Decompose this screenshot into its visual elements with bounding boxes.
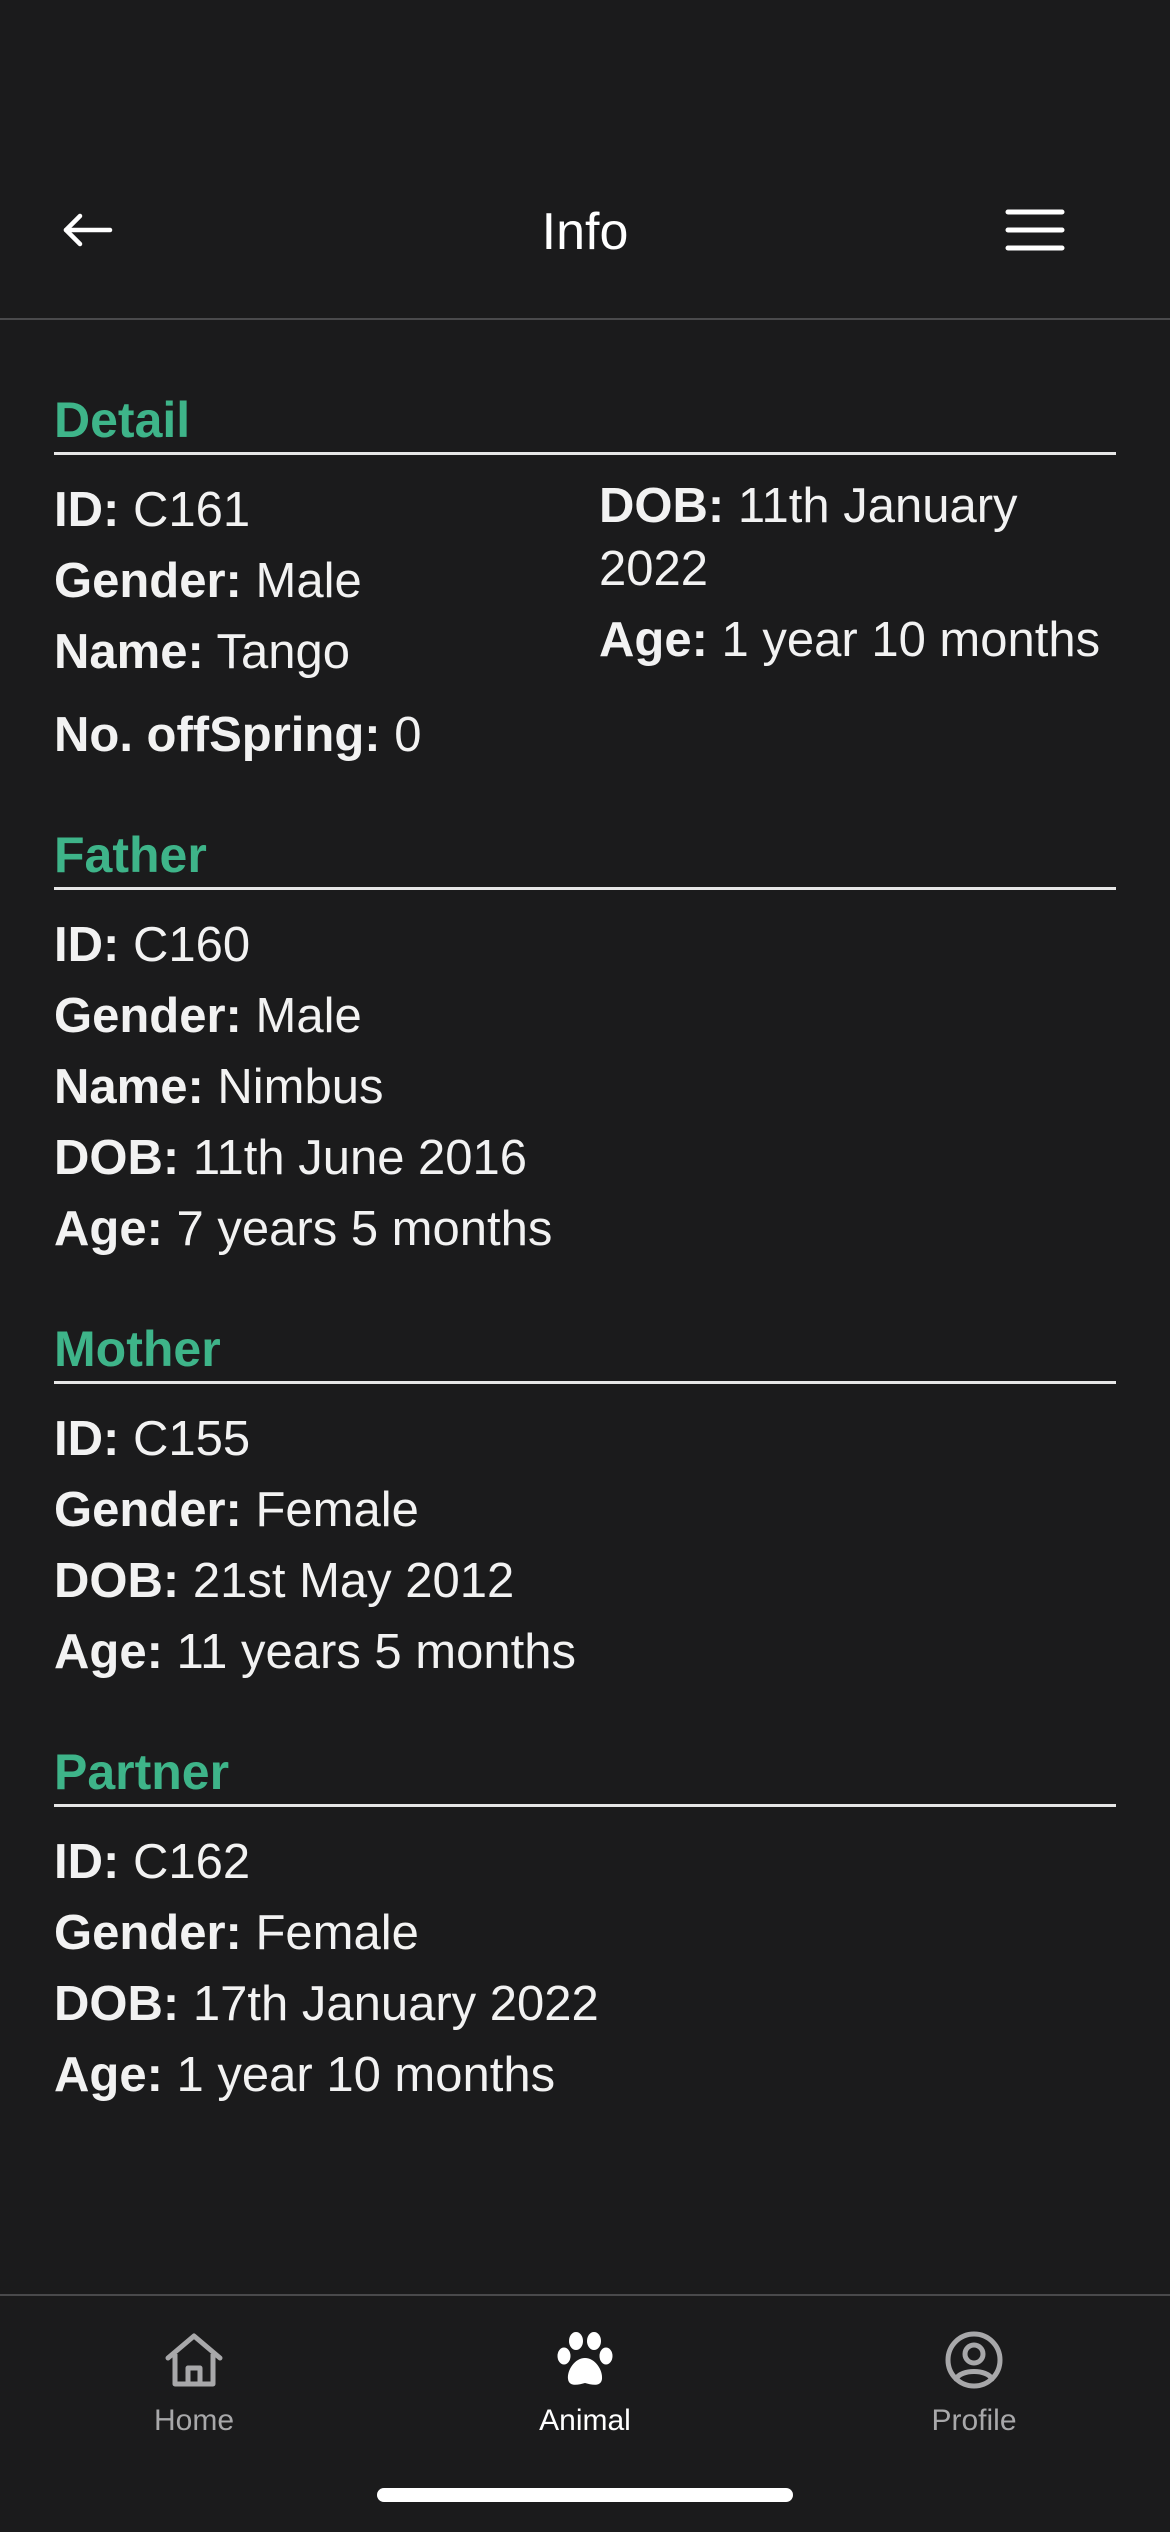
tab-profile-label: Profile <box>931 2404 1017 2437</box>
father-section-title: Father <box>54 827 1116 890</box>
mother-gender-label: Gender: <box>54 1483 242 1537</box>
father-section: Father ID: C160 Gender: Male Name: Nimbu… <box>54 827 1116 1265</box>
father-gender-value: Male <box>255 989 362 1043</box>
father-gender-label: Gender: <box>54 989 242 1043</box>
top-app-bar: Info <box>0 0 1170 320</box>
detail-offspring-row: No. offSpring: 0 <box>54 700 1116 771</box>
partner-dob-row: DOB: 17th January 2022 <box>54 1969 1116 2040</box>
detail-section-title: Detail <box>54 392 1116 455</box>
tab-home-label: Home <box>153 2404 235 2437</box>
partner-section: Partner ID: C162 Gender: Female DOB: 17t… <box>54 1744 1116 2111</box>
detail-right-column: DOB: 11th January 2022 Age: 1 year 10 mo… <box>599 475 1116 688</box>
tab-animal-label: Animal <box>539 2404 631 2437</box>
partner-dob-label: DOB: <box>54 1977 180 2031</box>
detail-gender-value: Male <box>255 554 362 608</box>
home-icon <box>165 2333 223 2387</box>
info-content: Detail ID: C161 Gender: Male Name: Tango <box>54 392 1116 2167</box>
partner-id-label: ID: <box>54 1835 120 1889</box>
mother-dob-row: DOB: 21st May 2012 <box>54 1546 1116 1617</box>
partner-gender-label: Gender: <box>54 1906 242 1960</box>
detail-age-label: Age: <box>599 613 708 667</box>
partner-age-row: Age: 1 year 10 months <box>54 2040 1116 2111</box>
mother-dob-value: 21st May 2012 <box>192 1554 515 1608</box>
father-dob-row: DOB: 11th June 2016 <box>54 1123 1116 1194</box>
mother-id-label: ID: <box>54 1412 120 1466</box>
detail-name-row: Name: Tango <box>54 617 599 688</box>
profile-icon <box>945 2331 1003 2389</box>
partner-section-title: Partner <box>54 1744 1116 1807</box>
father-dob-label: DOB: <box>54 1131 180 1185</box>
mother-section: Mother ID: C155 Gender: Female DOB: 21st… <box>54 1321 1116 1688</box>
detail-gender-label: Gender: <box>54 554 242 608</box>
page-title: Info <box>541 203 629 261</box>
partner-dob-value: 17th January 2022 <box>192 1977 599 2031</box>
mother-rows: ID: C155 Gender: Female DOB: 21st May 20… <box>54 1404 1116 1688</box>
father-name-value: Nimbus <box>217 1060 384 1114</box>
partner-rows: ID: C162 Gender: Female DOB: 17th Januar… <box>54 1827 1116 2111</box>
father-rows: ID: C160 Gender: Male Name: Nimbus DOB: … <box>54 910 1116 1265</box>
father-dob-value: 11th June 2016 <box>192 1131 528 1185</box>
detail-grid: ID: C161 Gender: Male Name: Tango DOB: 1… <box>54 475 1116 688</box>
partner-gender-value: Female <box>255 1906 419 1960</box>
father-name-row: Name: Nimbus <box>54 1052 1116 1123</box>
detail-id-value: C161 <box>132 483 251 537</box>
detail-dob-label: DOB: <box>599 479 725 533</box>
father-id-row: ID: C160 <box>54 910 1116 981</box>
partner-id-row: ID: C162 <box>54 1827 1116 1898</box>
mother-age-label: Age: <box>54 1625 163 1679</box>
detail-offspring-label: No. offSpring: <box>54 708 381 762</box>
father-id-value: C160 <box>132 918 251 972</box>
tab-home[interactable]: Home <box>74 2330 314 2438</box>
father-id-label: ID: <box>54 918 120 972</box>
detail-offspring-value: 0 <box>394 708 422 762</box>
mother-age-value: 11 years 5 months <box>176 1625 576 1679</box>
mother-id-value: C155 <box>132 1412 251 1466</box>
hamburger-menu-icon <box>1005 209 1065 251</box>
detail-id-label: ID: <box>54 483 120 537</box>
detail-age-value: 1 year 10 months <box>721 613 1101 667</box>
father-age-label: Age: <box>54 1202 163 1256</box>
detail-id-row: ID: C161 <box>54 475 599 546</box>
mother-gender-value: Female <box>255 1483 419 1537</box>
father-name-label: Name: <box>54 1060 204 1114</box>
paw-icon <box>557 2332 613 2385</box>
detail-left-column: ID: C161 Gender: Male Name: Tango <box>54 475 599 688</box>
detail-section: Detail ID: C161 Gender: Male Name: Tango <box>54 392 1116 771</box>
menu-button[interactable] <box>1000 200 1070 260</box>
mother-dob-label: DOB: <box>54 1554 180 1608</box>
detail-name-value: Tango <box>216 625 351 679</box>
partner-age-label: Age: <box>54 2048 163 2102</box>
mother-gender-row: Gender: Female <box>54 1475 1116 1546</box>
mother-id-row: ID: C155 <box>54 1404 1116 1475</box>
partner-gender-row: Gender: Female <box>54 1898 1116 1969</box>
mother-section-title: Mother <box>54 1321 1116 1384</box>
tab-animal[interactable]: Animal <box>465 2330 705 2438</box>
father-age-value: 7 years 5 months <box>176 1202 553 1256</box>
tab-profile[interactable]: Profile <box>854 2330 1094 2438</box>
detail-gender-row: Gender: Male <box>54 546 599 617</box>
partner-age-value: 1 year 10 months <box>176 2048 556 2102</box>
mother-age-row: Age: 11 years 5 months <box>54 1617 1116 1688</box>
father-age-row: Age: 7 years 5 months <box>54 1194 1116 1265</box>
father-gender-row: Gender: Male <box>54 981 1116 1052</box>
detail-name-label: Name: <box>54 625 204 679</box>
detail-dob-row: DOB: 11th January 2022 <box>599 475 1116 601</box>
partner-id-value: C162 <box>132 1835 251 1889</box>
home-indicator[interactable] <box>377 2488 793 2502</box>
detail-age-row: Age: 1 year 10 months <box>599 609 1116 672</box>
